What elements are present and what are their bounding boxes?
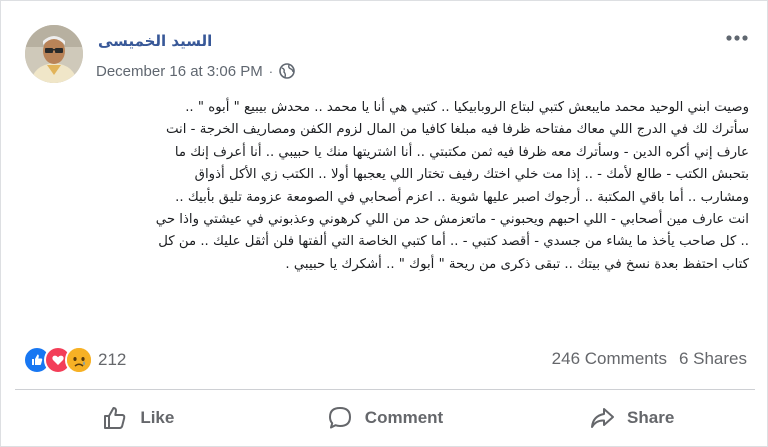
comment-bubble-icon [328, 407, 351, 429]
actions-divider [15, 389, 755, 390]
like-button[interactable]: Like [15, 394, 262, 442]
meta-separator: · [268, 63, 274, 79]
comment-share-counts: 246 Comments 6 Shares [552, 349, 747, 369]
sad-reaction-icon [65, 346, 93, 374]
post-card: السيد الخميسى December 16 at 3:06 PM · و… [0, 0, 768, 447]
thumbs-up-icon [104, 407, 126, 429]
share-arrow-icon [591, 408, 615, 428]
post-timestamp[interactable]: December 16 at 3:06 PM [96, 63, 263, 80]
reaction-summary[interactable]: 212 [23, 346, 126, 374]
post-header: السيد الخميسى December 16 at 3:06 PM · [25, 25, 755, 87]
more-options-icon[interactable] [723, 27, 751, 49]
engagement-stats: 212 246 Comments 6 Shares [23, 345, 747, 374]
post-meta: December 16 at 3:06 PM · [96, 61, 295, 81]
post-actions: Like Comment Share [15, 394, 755, 442]
share-label: Share [627, 408, 675, 427]
share-button[interactable]: Share [508, 394, 755, 442]
comments-count[interactable]: 246 Comments [552, 349, 667, 369]
post-body: وصيت ابني الوحيد محمد مايبعش كتبي لبتاع … [155, 100, 749, 272]
author-name[interactable]: السيد الخميسى [98, 32, 212, 50]
like-label: Like [140, 408, 175, 427]
globe-icon[interactable] [279, 63, 295, 79]
comment-label: Comment [364, 408, 444, 427]
author-avatar[interactable] [25, 25, 83, 83]
comment-button[interactable]: Comment [262, 394, 509, 442]
shares-count[interactable]: 6 Shares [679, 349, 747, 369]
reaction-count: 212 [98, 350, 127, 369]
